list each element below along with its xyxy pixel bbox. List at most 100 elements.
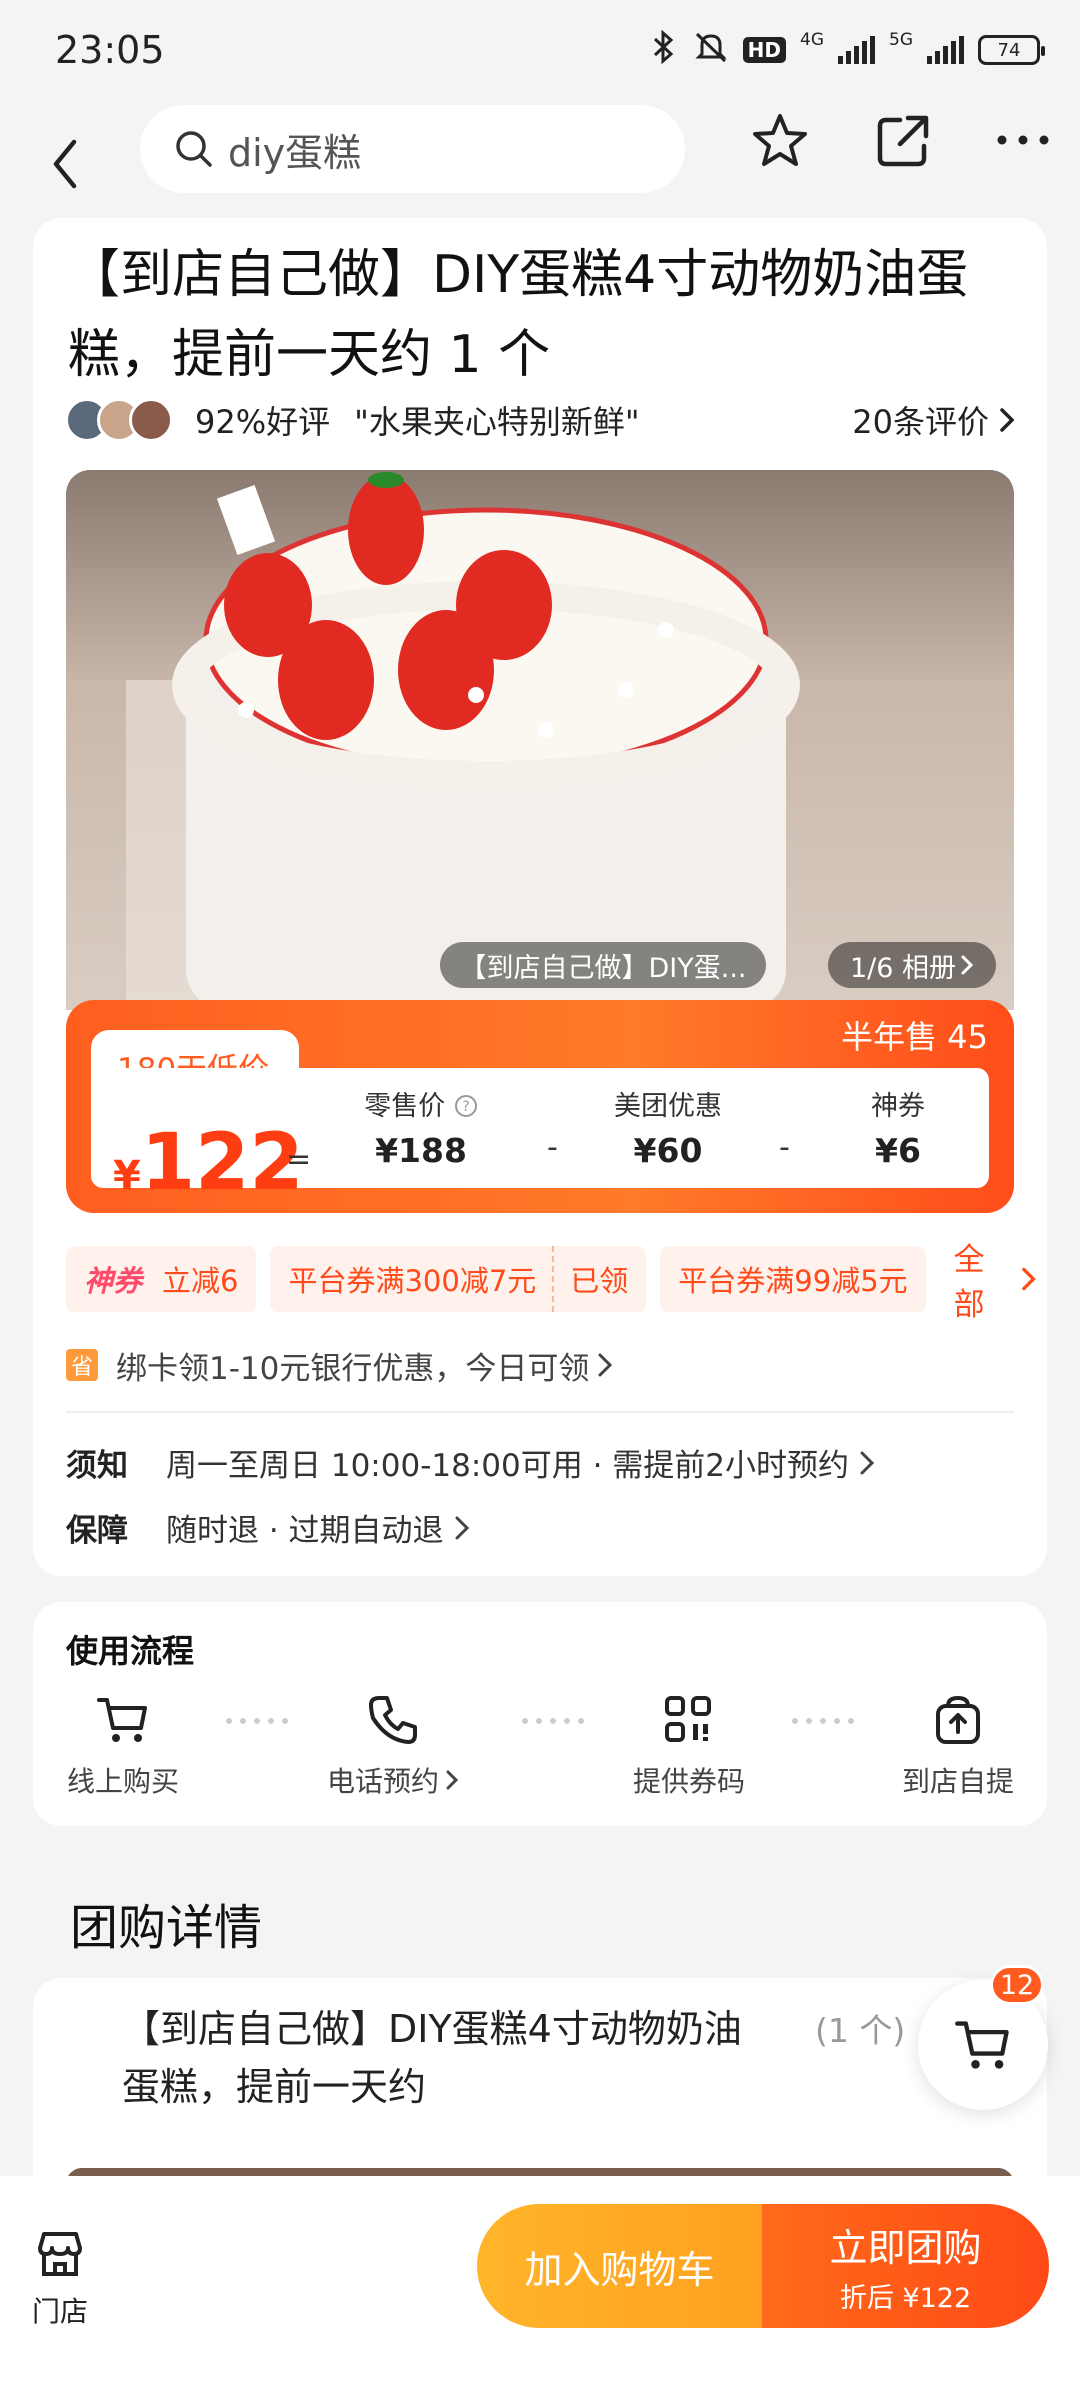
chevron-left-icon bbox=[53, 139, 77, 189]
bottom-action-bar: 门店 加入购物车 立即团购 折后 ¥122 bbox=[0, 2176, 1080, 2400]
shen-coupon[interactable]: 神券 立减6 bbox=[66, 1246, 257, 1312]
review-count: 20条评价 bbox=[852, 403, 989, 441]
store-label: 门店 bbox=[31, 2295, 88, 2328]
network-label-b: 5G bbox=[889, 30, 913, 50]
meituan-value: ¥60 bbox=[633, 1131, 703, 1170]
svg-text:?: ? bbox=[462, 1099, 469, 1115]
share-button[interactable] bbox=[868, 106, 938, 176]
bank-offer-text: 绑卡领1-10元银行优惠，今日可领 bbox=[116, 1350, 590, 1387]
album-label: 1/6 相册 bbox=[849, 952, 956, 984]
mute-icon bbox=[693, 30, 729, 70]
network-label-a: 4G bbox=[800, 30, 824, 50]
pickup-bag-icon bbox=[936, 1695, 980, 1744]
search-icon bbox=[176, 131, 212, 167]
chevron-right-icon bbox=[860, 1451, 875, 1474]
step-label: 到店自提 bbox=[901, 1765, 1014, 1798]
product-image[interactable]: 【到店自己做】DIY蛋... 1/6 相册 bbox=[66, 470, 1014, 1010]
buy-now-label: 立即团购 bbox=[829, 2226, 982, 2270]
currency-symbol: ¥ bbox=[113, 1153, 141, 1199]
equals-sign: = bbox=[286, 1142, 312, 1177]
price-breakdown: ¥122 = 零售价 ? ¥188 - 美团优惠 ¥60 - 神券 ¥6 bbox=[91, 1068, 989, 1208]
step-connector bbox=[522, 1718, 584, 1724]
signal-icon bbox=[838, 36, 875, 64]
step-connector bbox=[226, 1718, 288, 1724]
platform-coupon-300[interactable]: 平台券满300减7元 已领 bbox=[270, 1246, 647, 1312]
search-input[interactable]: diy蛋糕 bbox=[140, 105, 685, 193]
meituan-discount: 美团优惠 ¥60 bbox=[588, 1084, 748, 1170]
retail-label: 零售价 bbox=[364, 1091, 446, 1122]
all-coupons-button[interactable]: 全部 bbox=[954, 1234, 1036, 1324]
meituan-label: 美团优惠 bbox=[614, 1091, 722, 1122]
minus-sign: - bbox=[547, 1130, 558, 1165]
chevron-right-icon bbox=[1000, 408, 1015, 432]
group-item-name: 【到店自己做】DIY蛋糕4寸动物奶油蛋糕，提前一天约 bbox=[122, 2007, 742, 2109]
step-store-pickup: 到店自提 bbox=[873, 1690, 1043, 1800]
guarantee-row[interactable]: 保障 随时退 · 过期自动退 bbox=[66, 1505, 1006, 1550]
step-phone-booking[interactable]: 电话预约 bbox=[308, 1690, 478, 1800]
cart-count-badge: 12 bbox=[990, 1965, 1044, 2005]
reviewer-avatars bbox=[65, 398, 173, 442]
coupon-row: 神券 立减6 平台券满300减7元 已领 平台券满99减5元 全部 bbox=[66, 1242, 1036, 1323]
review-summary[interactable]: 92%好评 "水果夹心特别新鲜" 20条评价 bbox=[65, 395, 1015, 445]
chevron-right-icon bbox=[961, 955, 974, 975]
status-icons: HD 4G 5G 74 bbox=[649, 29, 1045, 70]
final-price-value: 122 bbox=[140, 1118, 304, 1208]
bank-offer[interactable]: 省 绑卡领1-10元银行优惠，今日可领 bbox=[66, 1340, 1006, 1390]
chevron-right-icon bbox=[1021, 1267, 1036, 1291]
guarantee-label: 保障 bbox=[66, 1513, 128, 1549]
retail-price[interactable]: 零售价 ? ¥188 bbox=[341, 1084, 501, 1170]
coupon-value: ¥6 bbox=[875, 1131, 921, 1170]
qr-code-icon bbox=[665, 1696, 711, 1742]
step-label: 提供券码 bbox=[632, 1765, 745, 1798]
star-icon bbox=[753, 114, 807, 166]
store-button[interactable]: 门店 bbox=[28, 2226, 92, 2330]
image-caption: 【到店自己做】DIY蛋... bbox=[440, 942, 766, 988]
coupon-label: 神券 bbox=[871, 1091, 925, 1122]
all-coupons-label: 全部 bbox=[953, 1242, 985, 1323]
help-icon: ? bbox=[454, 1095, 477, 1117]
guarantee-value: 随时退 · 过期自动退 bbox=[166, 1513, 444, 1549]
buy-now-button[interactable]: 立即团购 折后 ¥122 bbox=[762, 2204, 1049, 2328]
cart-icon bbox=[955, 2021, 1009, 2069]
shen-coupon-tag: 神券 bbox=[84, 1264, 143, 1298]
bluetooth-icon bbox=[649, 29, 679, 70]
group-detail-title: 团购详情 bbox=[70, 1900, 263, 1956]
divider bbox=[66, 1411, 1014, 1413]
coupon-status: 已领 bbox=[570, 1264, 629, 1298]
coupon-99-text: 平台券满99减5元 bbox=[678, 1264, 908, 1298]
review-quote: "水果夹心特别新鲜" bbox=[354, 403, 640, 441]
rating-text: 92%好评 bbox=[195, 403, 331, 441]
chevron-right-icon bbox=[446, 1770, 459, 1790]
store-icon bbox=[38, 2232, 82, 2276]
more-dots-icon bbox=[997, 135, 1049, 145]
group-item-qty: (1 个) bbox=[815, 2011, 906, 2050]
step-online-purchase: 线上购买 bbox=[38, 1690, 208, 1800]
signal-icon-2 bbox=[927, 36, 964, 64]
more-button[interactable] bbox=[990, 120, 1060, 190]
avatar bbox=[129, 398, 173, 442]
notice-row[interactable]: 须知 周一至周日 10:00-18:00可用 · 需提前2小时预约 bbox=[66, 1440, 1006, 1485]
album-button[interactable]: 1/6 相册 bbox=[827, 942, 996, 988]
add-to-cart-button[interactable]: 加入购物车 bbox=[477, 2204, 762, 2328]
step-label: 线上购买 bbox=[66, 1765, 179, 1798]
back-button[interactable] bbox=[40, 124, 96, 194]
step-connector bbox=[792, 1718, 854, 1724]
cart-icon bbox=[97, 1698, 147, 1742]
search-text: diy蛋糕 bbox=[228, 130, 362, 175]
step-label: 电话预约 bbox=[326, 1765, 439, 1798]
phone-icon bbox=[369, 1696, 417, 1744]
step-provide-code: 提供券码 bbox=[604, 1690, 774, 1800]
favorite-button[interactable] bbox=[745, 106, 815, 176]
hd-icon: HD bbox=[742, 37, 786, 63]
shen-coupon-text: 立减6 bbox=[162, 1264, 239, 1298]
review-count-link[interactable]: 20条评价 bbox=[852, 397, 1015, 443]
coupon-discount: 神券 ¥6 bbox=[838, 1084, 958, 1170]
status-bar: 23:05 HD 4G 5G 74 bbox=[0, 0, 1080, 100]
price-panel: 半年售 45 180天低价 ¥122 = 零售价 ? ¥188 - 美团优惠 ¥… bbox=[66, 1000, 1014, 1213]
action-buttons: 加入购物车 立即团购 折后 ¥122 bbox=[477, 2204, 1049, 2328]
platform-coupon-99[interactable]: 平台券满99减5元 bbox=[660, 1246, 926, 1312]
top-nav: diy蛋糕 bbox=[0, 100, 1080, 220]
notice-label: 须知 bbox=[66, 1448, 128, 1484]
coupon-300-text: 平台券满300减7元 bbox=[288, 1264, 537, 1298]
product-title: 【到店自己做】DIY蛋糕4寸动物奶油蛋糕，提前一天约 1 个 bbox=[68, 245, 969, 385]
